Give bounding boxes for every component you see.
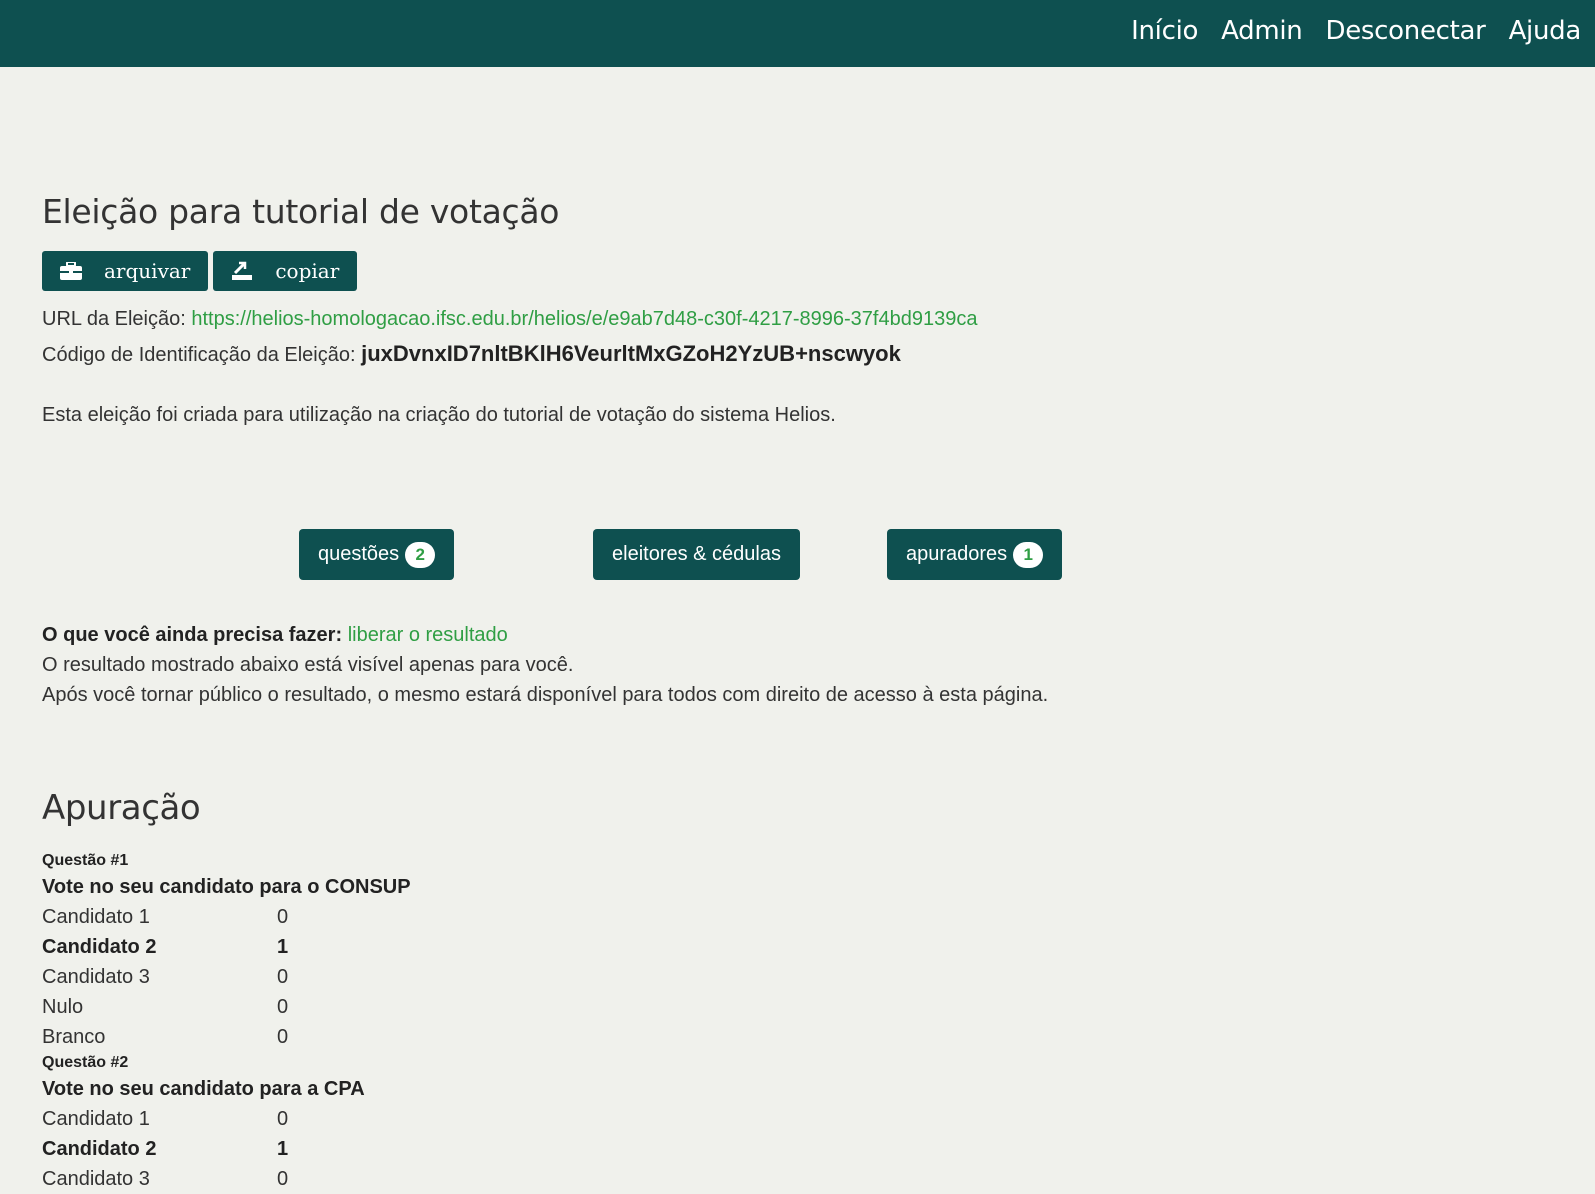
election-url-line: URL da Eleição: https://helios-homologac… [42, 308, 977, 331]
answer-row: Candidato 1 0 [42, 1104, 542, 1134]
tab-questions-label: questões [318, 543, 400, 565]
tab-questions[interactable]: questões 2 [299, 529, 455, 580]
todo-notice: O que você ainda precisa fazer: liberar … [42, 620, 1048, 710]
answer-count: 0 [277, 1026, 289, 1048]
tab-trustees-label: apuradores [906, 543, 1008, 565]
answer-name: Candidato 3 [42, 966, 150, 988]
answer-row: Candidato 1 0 [42, 902, 542, 932]
answer-name: Branco [42, 1026, 106, 1048]
release-result-link[interactable]: liberar o resultado [348, 624, 508, 646]
election-code-value: juxDvnxID7nltBKlH6VeurltMxGZoH2YzUB+nscw… [361, 341, 901, 366]
answer-row: Candidato 3 0 [42, 962, 542, 992]
tab-voters-label: eleitores & cédulas [612, 543, 781, 565]
election-description: Esta eleição foi criada para utilização … [42, 404, 836, 426]
todo-label: O que você ainda precisa fazer: [42, 624, 343, 646]
answer-count: 0 [277, 1168, 289, 1190]
trustees-count-badge: 1 [1013, 541, 1044, 568]
archive-button[interactable]: arquivar [42, 251, 209, 291]
election-actions: arquivar copiar [42, 251, 358, 291]
page-title: Eleição para tutorial de votação [42, 192, 560, 231]
answer-row: Branco 0 [42, 1022, 542, 1052]
answer-name: Candidato 2 [42, 1138, 157, 1160]
tab-voters-ballots[interactable]: eleitores & cédulas [593, 529, 800, 580]
question-number: Questão #1 [42, 852, 129, 869]
answer-name: Nulo [42, 996, 84, 1018]
election-url-label: URL da Eleição: [42, 308, 186, 330]
answer-name: Candidato 2 [42, 936, 157, 958]
election-url-link[interactable]: https://helios-homologacao.ifsc.edu.br/h… [191, 308, 977, 330]
election-code-line: Código de Identificação da Eleição: juxD… [42, 341, 901, 367]
answer-count: 0 [277, 906, 289, 928]
answer-count: 1 [277, 936, 289, 958]
question-text: Vote no seu candidato para a CPA [42, 1078, 365, 1100]
todo-line-2: Após você tornar público o resultado, o … [42, 684, 1049, 706]
answer-row: Candidato 3 0 [42, 1164, 542, 1194]
answer-count: 1 [277, 1138, 289, 1160]
answer-name: Candidato 3 [42, 1168, 150, 1190]
nav-link-ajuda[interactable]: Ajuda [1509, 16, 1582, 46]
todo-line-1: O resultado mostrado abaixo está visível… [42, 654, 574, 676]
answer-row-winner: Candidato 2 1 [42, 932, 542, 962]
archive-label: arquivar [104, 259, 191, 283]
copy-button[interactable]: copiar [213, 251, 358, 291]
top-nav: Início Admin Desconectar Ajuda [1131, 0, 1581, 62]
tally-title: Apuração [42, 788, 201, 828]
election-code-label: Código de Identificação da Eleição: [42, 344, 356, 366]
tab-trustees[interactable]: apuradores 1 [887, 529, 1063, 580]
question-text: Vote no seu candidato para o CONSUP [42, 876, 411, 898]
answer-count: 0 [277, 996, 289, 1018]
tally-results: Questão #1 Vote no seu candidato para o … [42, 850, 542, 1194]
questions-count-badge: 2 [405, 541, 436, 568]
answer-row-winner: Candidato 2 1 [42, 1134, 542, 1164]
election-tabs: questões 2 eleitores & cédulas apuradore… [42, 529, 1142, 580]
nav-link-inicio[interactable]: Início [1131, 16, 1198, 46]
answer-count: 0 [277, 966, 289, 988]
copy-label: copiar [275, 259, 340, 283]
nav-link-desconectar[interactable]: Desconectar [1326, 16, 1486, 46]
answer-name: Candidato 1 [42, 1108, 150, 1130]
answer-row: Nulo 0 [42, 992, 542, 1022]
answer-count: 0 [277, 1108, 289, 1130]
nav-link-admin[interactable]: Admin [1221, 16, 1303, 46]
question-number: Questão #2 [42, 1054, 129, 1071]
question-block: Questão #2 Vote no seu candidato para a … [42, 1052, 542, 1194]
answer-name: Candidato 1 [42, 906, 150, 928]
top-navbar: Início Admin Desconectar Ajuda [0, 0, 1595, 67]
copy-upload-icon [231, 261, 253, 281]
briefcase-icon [60, 262, 82, 280]
question-block: Questão #1 Vote no seu candidato para o … [42, 850, 542, 1052]
